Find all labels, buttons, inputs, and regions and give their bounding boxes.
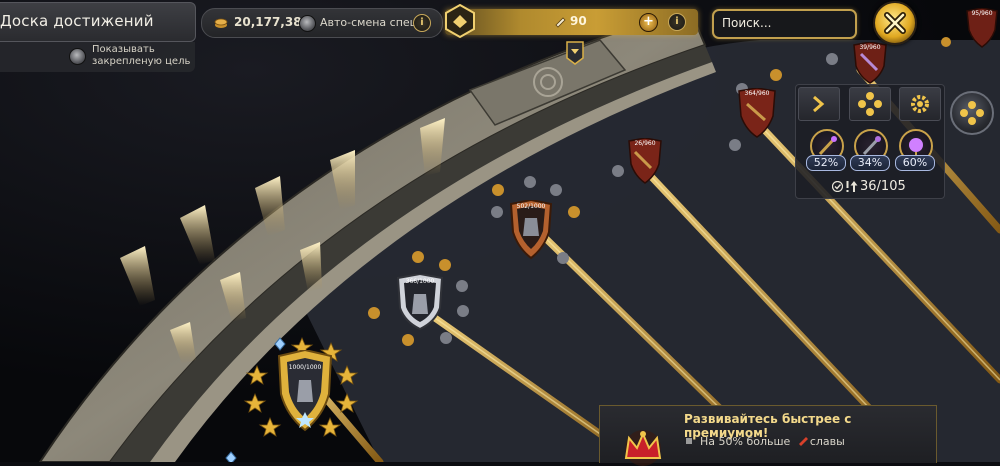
- bullet-icon: [686, 438, 692, 444]
- spec-percent: 60%: [895, 155, 935, 171]
- spec-item[interactable]: 60%: [895, 129, 935, 173]
- fame-bar: 90 + i: [445, 4, 698, 38]
- achievement-node-26[interactable]: 26/960: [627, 137, 663, 184]
- side-menu-button[interactable]: [950, 91, 994, 135]
- fame-hexagon-icon: [445, 4, 475, 38]
- premium-banner[interactable]: Развивайтесь быстрее с премиумом! На 50%…: [599, 405, 937, 466]
- achievement-node-1000[interactable]: 1000/1000: [275, 348, 335, 432]
- fame-scroll-icon: [555, 17, 566, 28]
- pin-target-label: Показывать закрепленую цель: [92, 44, 191, 67]
- achievement-node-366[interactable]: 366/1000: [395, 272, 445, 331]
- fame-dropdown-icon[interactable]: [566, 41, 584, 65]
- nodes-icon: [960, 101, 984, 125]
- node-progress-label: 366/1000: [405, 278, 435, 285]
- spec-item[interactable]: 34%: [850, 129, 890, 173]
- pin-target-toggle[interactable]: Показывать закрепленую цель: [0, 42, 195, 72]
- achievement-node-502[interactable]: 502/1000: [508, 198, 554, 260]
- spec-percent: 34%: [850, 155, 890, 171]
- auto-switch-info-icon[interactable]: i: [413, 14, 431, 32]
- node-progress-label: 26/960: [634, 140, 656, 147]
- add-fame-button[interactable]: +: [639, 13, 658, 32]
- node-progress-label: 364/960: [744, 90, 770, 97]
- fame-amount: 90: [570, 14, 587, 28]
- achievement-node-364[interactable]: 364/960: [737, 87, 777, 138]
- gold-shield-icon: [277, 348, 333, 432]
- node-progress-label: 502/1000: [516, 203, 546, 210]
- fame-info-icon[interactable]: i: [668, 13, 686, 31]
- auto-switch-radio[interactable]: [299, 15, 316, 32]
- skill-tree-button[interactable]: [849, 87, 891, 121]
- gear-icon: [911, 95, 929, 113]
- spec-percent: 52%: [806, 155, 846, 171]
- spec-progress-count: 36/105: [860, 179, 906, 194]
- silver-coin-icon: [214, 18, 228, 28]
- close-icon: [884, 12, 906, 34]
- arrow-up-icon: [850, 181, 858, 192]
- spec-item[interactable]: 52%: [806, 129, 846, 173]
- spec-progress-row: 36/105: [798, 178, 941, 195]
- nodes-icon: [858, 92, 882, 116]
- settings-button[interactable]: [899, 87, 941, 121]
- node-progress-label: 39/960: [859, 44, 881, 51]
- expand-button[interactable]: [798, 87, 840, 121]
- checkmark-icon: [832, 181, 843, 192]
- premium-benefit: На 50% больше славы: [686, 435, 845, 448]
- search-box[interactable]: [712, 9, 857, 39]
- pin-target-radio[interactable]: [69, 48, 86, 65]
- achievement-node-39[interactable]: 39/960: [852, 41, 888, 84]
- fame-icon: [798, 437, 808, 446]
- node-progress-label: 1000/1000: [288, 364, 322, 371]
- currency-panel: 20,177,387 Авто-смена спец. i: [201, 8, 443, 38]
- chevron-right-icon: [813, 95, 825, 113]
- spec-panel: 52% 34% 60% 36/105: [795, 84, 945, 199]
- page-title: Доска достижений: [0, 12, 154, 30]
- title-panel: Доска достижений: [0, 2, 196, 42]
- auto-switch-label: Авто-смена спец.: [320, 16, 421, 29]
- search-input[interactable]: [722, 14, 846, 32]
- top-bar: Доска достижений Показывать закрепленую …: [0, 0, 1000, 72]
- close-button[interactable]: [873, 1, 917, 45]
- crown-icon: [624, 430, 662, 466]
